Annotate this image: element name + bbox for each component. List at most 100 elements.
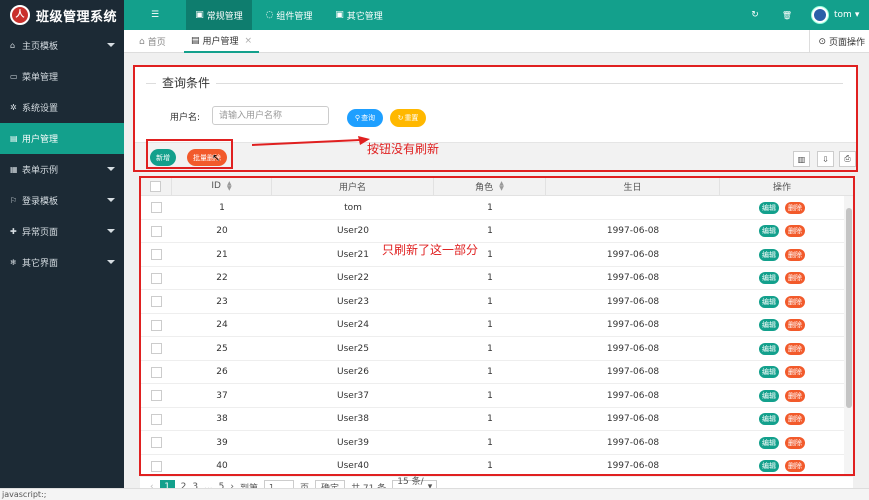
search-button[interactable]: ⚲ 查询: [347, 109, 383, 127]
table-row[interactable]: 39 User39 1 1997-06-08 编辑 删除: [140, 431, 853, 455]
app-icon: ▣: [195, 10, 204, 20]
print-icon[interactable]: ⎙: [839, 151, 856, 167]
edit-button[interactable]: 编辑: [759, 436, 779, 449]
sidebar-item-home-templates[interactable]: ⌂ 主页模板: [0, 30, 124, 61]
row-checkbox[interactable]: [150, 460, 162, 472]
select-all-checkbox[interactable]: [150, 180, 161, 192]
checkbox-cell: [140, 290, 172, 313]
page-operations-button[interactable]: ⊙ 页面操作: [809, 30, 869, 53]
edit-button[interactable]: 编辑: [759, 366, 779, 378]
header-id[interactable]: ID ▲ ▼: [172, 176, 272, 196]
row-checkbox[interactable]: [150, 390, 162, 401]
actions-cell: 编辑 删除: [720, 337, 844, 360]
delete-button[interactable]: 删除: [785, 436, 805, 449]
cell-id: 22: [216, 273, 228, 283]
sidebar-item-login-templates[interactable]: ⚐ 登录模板: [0, 185, 124, 216]
checkbox-cell: [140, 267, 172, 290]
delete-button[interactable]: 删除: [785, 460, 805, 472]
table-row[interactable]: 25 User25 1 1997-06-08 编辑 删除: [140, 337, 853, 361]
delete-button[interactable]: 删除: [785, 389, 805, 402]
add-button[interactable]: 新增: [150, 149, 176, 166]
table-row[interactable]: 38 User38 1 1997-06-08 编辑 删除: [140, 408, 853, 431]
delete-button[interactable]: 删除: [785, 201, 805, 214]
edit-button[interactable]: 编辑: [759, 248, 779, 261]
user-menu[interactable]: tom ▾: [811, 0, 869, 30]
topnav-item-other[interactable]: ▣ 其它管理: [326, 0, 392, 30]
scrollbar-thumb[interactable]: [846, 208, 852, 408]
sidebar-toggle-button[interactable]: ☰: [124, 0, 186, 30]
table-row[interactable]: 26 User26 1 1997-06-08 编辑 删除: [140, 361, 853, 384]
edit-button[interactable]: 编辑: [759, 272, 779, 284]
refresh-button[interactable]: ↻: [742, 0, 768, 30]
table-row[interactable]: 24 User24 1 1997-06-08 编辑 删除: [140, 314, 853, 337]
cell-id: 24: [216, 320, 228, 330]
actions-cell: 编辑 删除: [720, 408, 844, 431]
cell-id: 1: [219, 202, 225, 213]
edit-button[interactable]: 编辑: [759, 295, 779, 308]
delete-button[interactable]: 删除: [785, 366, 805, 378]
sidebar-item-user-management[interactable]: ▤ 用户管理: [0, 123, 124, 154]
delete-button[interactable]: 删除: [785, 248, 805, 261]
row-checkbox[interactable]: [150, 249, 162, 260]
mouse-cursor-icon: ↖: [212, 153, 221, 164]
edit-button[interactable]: 编辑: [759, 342, 779, 355]
delete-button[interactable]: 删除: [785, 413, 805, 425]
home-icon: ⌂: [139, 36, 145, 47]
refresh-icon: ↻: [397, 114, 404, 122]
delete-button[interactable]: 删除: [785, 295, 805, 308]
close-icon[interactable]: ×: [245, 36, 253, 46]
delete-button[interactable]: 删除: [785, 272, 805, 284]
topnav-item-regular[interactable]: ▣ 常规管理: [186, 0, 252, 30]
user-table: ID ▲ ▼ 用户名 角色 ▲ ▼ 生日 操作 1 tom 1 编辑 删除 20 User20 1 19…: [140, 176, 853, 476]
vertical-scrollbar[interactable]: [844, 196, 853, 476]
table-row[interactable]: 1 tom 1 编辑 删除: [140, 196, 853, 220]
sidebar-item-form-examples[interactable]: ▦ 表单示例: [0, 154, 124, 185]
sidebar-item-other-pages[interactable]: ❄ 其它界面: [0, 247, 124, 278]
edit-button[interactable]: 编辑: [759, 460, 779, 472]
tab-home[interactable]: ⌂ 首页: [132, 30, 173, 53]
sidebar-item-menu-management[interactable]: ▭ 菜单管理: [0, 61, 124, 92]
checkbox-cell: [140, 337, 172, 360]
tab-user-management[interactable]: ▤ 用户管理 ×: [184, 30, 260, 53]
table-row[interactable]: 37 User37 1 1997-06-08 编辑 删除: [140, 384, 853, 408]
edit-button[interactable]: 编辑: [759, 389, 779, 402]
table-row[interactable]: 22 User22 1 1997-06-08 编辑 删除: [140, 267, 853, 290]
table-row[interactable]: 23 User23 1 1997-06-08 编辑 删除: [140, 290, 853, 314]
column-filter-icon[interactable]: ▥: [793, 151, 810, 167]
cell-birthday: 1997-06-08: [606, 390, 660, 401]
row-checkbox[interactable]: [150, 413, 162, 425]
batch-delete-button[interactable]: 批量删除: [187, 149, 227, 166]
edit-button[interactable]: 编辑: [759, 201, 779, 214]
table-row[interactable]: 40 User40 1 1997-06-08 编辑 删除: [140, 455, 853, 477]
clear-cache-button[interactable]: 🗑: [774, 0, 800, 30]
row-checkbox[interactable]: [150, 202, 162, 213]
table-header: ID ▲ ▼ 用户名 角色 ▲ ▼ 生日 操作: [140, 176, 853, 196]
row-checkbox[interactable]: [150, 296, 162, 307]
username-input[interactable]: [212, 106, 329, 125]
row-checkbox[interactable]: [150, 272, 162, 284]
cell-role: 1: [487, 367, 493, 377]
row-checkbox[interactable]: [150, 225, 162, 237]
edit-button[interactable]: 编辑: [759, 319, 779, 331]
chevron-down-icon: ▾: [854, 10, 860, 20]
header-birthday: 生日: [546, 176, 720, 196]
reset-button[interactable]: ↻ 重置: [390, 109, 426, 127]
delete-button[interactable]: 删除: [785, 225, 805, 237]
table-row[interactable]: 21 User21 1 1997-06-08 编辑 删除: [140, 243, 853, 267]
row-checkbox[interactable]: [150, 437, 162, 448]
brand[interactable]: 人 班级管理系统: [0, 0, 124, 30]
row-checkbox[interactable]: [150, 319, 162, 331]
export-icon[interactable]: ⇩: [817, 151, 834, 167]
header-role[interactable]: 角色 ▲ ▼: [434, 176, 546, 196]
delete-button[interactable]: 删除: [785, 342, 805, 355]
topnav-item-components[interactable]: ◌ 组件管理: [256, 0, 322, 30]
edit-button[interactable]: 编辑: [759, 225, 779, 237]
sidebar-item-system-settings[interactable]: ✲ 系统设置: [0, 92, 124, 123]
cell-birthday: 1997-06-08: [606, 414, 660, 424]
row-checkbox[interactable]: [150, 343, 162, 354]
delete-button[interactable]: 删除: [785, 319, 805, 331]
edit-button[interactable]: 编辑: [759, 413, 779, 425]
table-row[interactable]: 20 User20 1 1997-06-08 编辑 删除: [140, 220, 853, 243]
sidebar-item-error-pages[interactable]: ✚ 异常页面: [0, 216, 124, 247]
row-checkbox[interactable]: [150, 366, 162, 378]
